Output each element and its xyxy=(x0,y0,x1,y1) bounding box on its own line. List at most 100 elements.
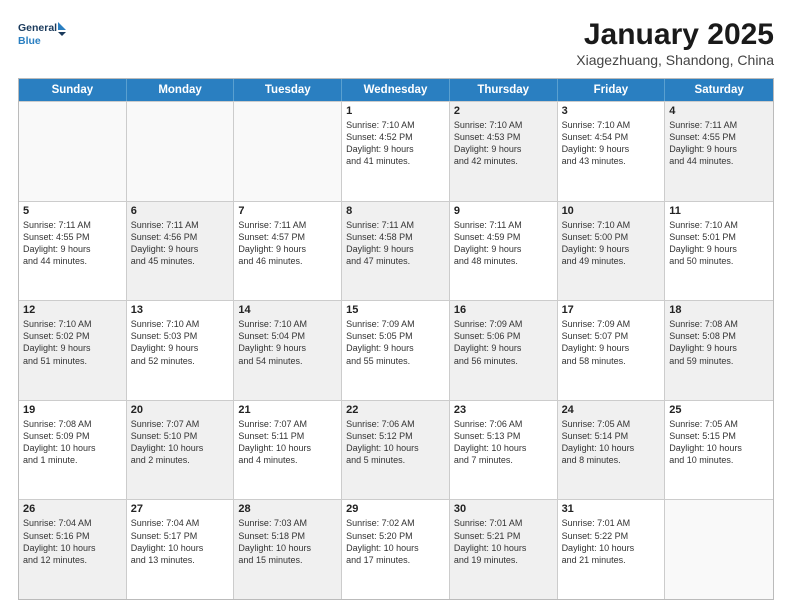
calendar-cell: 14 Sunrise: 7:10 AM Sunset: 5:04 PM Dayli… xyxy=(234,301,342,400)
day-number: 11 xyxy=(669,205,769,217)
subtitle: Xiagezhuang, Shandong, China xyxy=(576,52,774,68)
day-info: Sunrise: 7:11 AM Sunset: 4:58 PM Dayligh… xyxy=(346,219,445,268)
day-number: 7 xyxy=(238,205,337,217)
day-info: Sunrise: 7:10 AM Sunset: 5:01 PM Dayligh… xyxy=(669,219,769,268)
day-number: 5 xyxy=(23,205,122,217)
day-info: Sunrise: 7:06 AM Sunset: 5:13 PM Dayligh… xyxy=(454,418,553,467)
logo: General Blue xyxy=(18,18,68,54)
page-header: General Blue January 2025 Xiagezhuang, S… xyxy=(18,18,774,68)
day-info: Sunrise: 7:09 AM Sunset: 5:06 PM Dayligh… xyxy=(454,318,553,367)
calendar-week-row: 12 Sunrise: 7:10 AM Sunset: 5:02 PM Dayli… xyxy=(19,300,773,400)
calendar-header-day: Sunday xyxy=(19,79,127,101)
calendar-header-day: Wednesday xyxy=(342,79,450,101)
day-info: Sunrise: 7:04 AM Sunset: 5:17 PM Dayligh… xyxy=(131,517,230,566)
day-info: Sunrise: 7:10 AM Sunset: 4:54 PM Dayligh… xyxy=(562,119,661,168)
calendar-cell: 26 Sunrise: 7:04 AM Sunset: 5:16 PM Dayli… xyxy=(19,500,127,599)
day-number: 25 xyxy=(669,404,769,416)
day-info: Sunrise: 7:11 AM Sunset: 4:57 PM Dayligh… xyxy=(238,219,337,268)
day-info: Sunrise: 7:01 AM Sunset: 5:21 PM Dayligh… xyxy=(454,517,553,566)
day-number: 15 xyxy=(346,304,445,316)
title-block: January 2025 Xiagezhuang, Shandong, Chin… xyxy=(576,18,774,68)
calendar-cell: 24 Sunrise: 7:05 AM Sunset: 5:14 PM Dayli… xyxy=(558,401,666,500)
day-number: 18 xyxy=(669,304,769,316)
calendar-header-day: Thursday xyxy=(450,79,558,101)
calendar-cell: 27 Sunrise: 7:04 AM Sunset: 5:17 PM Dayli… xyxy=(127,500,235,599)
day-number: 4 xyxy=(669,105,769,117)
day-number: 17 xyxy=(562,304,661,316)
svg-text:Blue: Blue xyxy=(18,35,41,47)
day-number: 10 xyxy=(562,205,661,217)
day-info: Sunrise: 7:10 AM Sunset: 5:04 PM Dayligh… xyxy=(238,318,337,367)
svg-text:General: General xyxy=(18,22,57,34)
day-info: Sunrise: 7:09 AM Sunset: 5:05 PM Dayligh… xyxy=(346,318,445,367)
calendar-cell: 15 Sunrise: 7:09 AM Sunset: 5:05 PM Dayli… xyxy=(342,301,450,400)
calendar-header-row: SundayMondayTuesdayWednesdayThursdayFrid… xyxy=(19,79,773,101)
calendar-cell: 1Sunrise: 7:10 AM Sunset: 4:52 PM Daylig… xyxy=(342,102,450,201)
day-number: 16 xyxy=(454,304,553,316)
calendar-header-day: Monday xyxy=(127,79,235,101)
calendar-cell: 16 Sunrise: 7:09 AM Sunset: 5:06 PM Dayli… xyxy=(450,301,558,400)
day-info: Sunrise: 7:10 AM Sunset: 4:52 PM Dayligh… xyxy=(346,119,445,168)
day-number: 24 xyxy=(562,404,661,416)
calendar-cell: 17 Sunrise: 7:09 AM Sunset: 5:07 PM Dayli… xyxy=(558,301,666,400)
day-info: Sunrise: 7:04 AM Sunset: 5:16 PM Dayligh… xyxy=(23,517,122,566)
day-number: 9 xyxy=(454,205,553,217)
calendar-header-day: Friday xyxy=(558,79,666,101)
day-number: 3 xyxy=(562,105,661,117)
day-info: Sunrise: 7:07 AM Sunset: 5:10 PM Dayligh… xyxy=(131,418,230,467)
day-number: 21 xyxy=(238,404,337,416)
calendar-cell: 11 Sunrise: 7:10 AM Sunset: 5:01 PM Dayli… xyxy=(665,202,773,301)
day-info: Sunrise: 7:05 AM Sunset: 5:15 PM Dayligh… xyxy=(669,418,769,467)
calendar-cell: 18 Sunrise: 7:08 AM Sunset: 5:08 PM Dayli… xyxy=(665,301,773,400)
day-number: 30 xyxy=(454,503,553,515)
day-number: 12 xyxy=(23,304,122,316)
day-number: 14 xyxy=(238,304,337,316)
calendar-cell-empty xyxy=(665,500,773,599)
day-info: Sunrise: 7:01 AM Sunset: 5:22 PM Dayligh… xyxy=(562,517,661,566)
calendar-week-row: 26 Sunrise: 7:04 AM Sunset: 5:16 PM Dayli… xyxy=(19,499,773,599)
calendar-cell: 8 Sunrise: 7:11 AM Sunset: 4:58 PM Daylig… xyxy=(342,202,450,301)
calendar-cell: 4 Sunrise: 7:11 AM Sunset: 4:55 PM Daylig… xyxy=(665,102,773,201)
calendar-cell: 7 Sunrise: 7:11 AM Sunset: 4:57 PM Daylig… xyxy=(234,202,342,301)
calendar-cell: 22Sunrise: 7:06 AM Sunset: 5:12 PM Dayli… xyxy=(342,401,450,500)
day-info: Sunrise: 7:10 AM Sunset: 4:53 PM Dayligh… xyxy=(454,119,553,168)
day-info: Sunrise: 7:10 AM Sunset: 5:03 PM Dayligh… xyxy=(131,318,230,367)
day-number: 2 xyxy=(454,105,553,117)
day-info: Sunrise: 7:07 AM Sunset: 5:11 PM Dayligh… xyxy=(238,418,337,467)
day-number: 19 xyxy=(23,404,122,416)
calendar-cell: 29Sunrise: 7:02 AM Sunset: 5:20 PM Dayli… xyxy=(342,500,450,599)
day-number: 31 xyxy=(562,503,661,515)
day-number: 8 xyxy=(346,205,445,217)
calendar-cell: 25 Sunrise: 7:05 AM Sunset: 5:15 PM Dayli… xyxy=(665,401,773,500)
day-info: Sunrise: 7:11 AM Sunset: 4:55 PM Dayligh… xyxy=(669,119,769,168)
calendar-body: 1Sunrise: 7:10 AM Sunset: 4:52 PM Daylig… xyxy=(19,101,773,599)
calendar-cell: 3 Sunrise: 7:10 AM Sunset: 4:54 PM Daylig… xyxy=(558,102,666,201)
day-info: Sunrise: 7:10 AM Sunset: 5:02 PM Dayligh… xyxy=(23,318,122,367)
day-info: Sunrise: 7:03 AM Sunset: 5:18 PM Dayligh… xyxy=(238,517,337,566)
main-title: January 2025 xyxy=(576,18,774,52)
calendar-cell: 12 Sunrise: 7:10 AM Sunset: 5:02 PM Dayli… xyxy=(19,301,127,400)
calendar-cell: 21 Sunrise: 7:07 AM Sunset: 5:11 PM Dayli… xyxy=(234,401,342,500)
day-number: 26 xyxy=(23,503,122,515)
day-number: 29 xyxy=(346,503,445,515)
calendar-cell: 20 Sunrise: 7:07 AM Sunset: 5:10 PM Dayli… xyxy=(127,401,235,500)
day-info: Sunrise: 7:11 AM Sunset: 4:55 PM Dayligh… xyxy=(23,219,122,268)
calendar-week-row: 5 Sunrise: 7:11 AM Sunset: 4:55 PM Daylig… xyxy=(19,201,773,301)
calendar-cell: 13 Sunrise: 7:10 AM Sunset: 5:03 PM Dayli… xyxy=(127,301,235,400)
calendar-cell: 28Sunrise: 7:03 AM Sunset: 5:18 PM Dayli… xyxy=(234,500,342,599)
day-number: 22 xyxy=(346,404,445,416)
day-number: 13 xyxy=(131,304,230,316)
day-info: Sunrise: 7:08 AM Sunset: 5:09 PM Dayligh… xyxy=(23,418,122,467)
calendar-week-row: 1Sunrise: 7:10 AM Sunset: 4:52 PM Daylig… xyxy=(19,101,773,201)
day-number: 6 xyxy=(131,205,230,217)
calendar-header-day: Saturday xyxy=(665,79,773,101)
calendar-cell-empty xyxy=(234,102,342,201)
day-info: Sunrise: 7:05 AM Sunset: 5:14 PM Dayligh… xyxy=(562,418,661,467)
day-info: Sunrise: 7:11 AM Sunset: 4:56 PM Dayligh… xyxy=(131,219,230,268)
day-number: 27 xyxy=(131,503,230,515)
day-info: Sunrise: 7:08 AM Sunset: 5:08 PM Dayligh… xyxy=(669,318,769,367)
day-number: 20 xyxy=(131,404,230,416)
calendar-cell: 6 Sunrise: 7:11 AM Sunset: 4:56 PM Daylig… xyxy=(127,202,235,301)
day-info: Sunrise: 7:09 AM Sunset: 5:07 PM Dayligh… xyxy=(562,318,661,367)
calendar-cell: 19 Sunrise: 7:08 AM Sunset: 5:09 PM Dayli… xyxy=(19,401,127,500)
